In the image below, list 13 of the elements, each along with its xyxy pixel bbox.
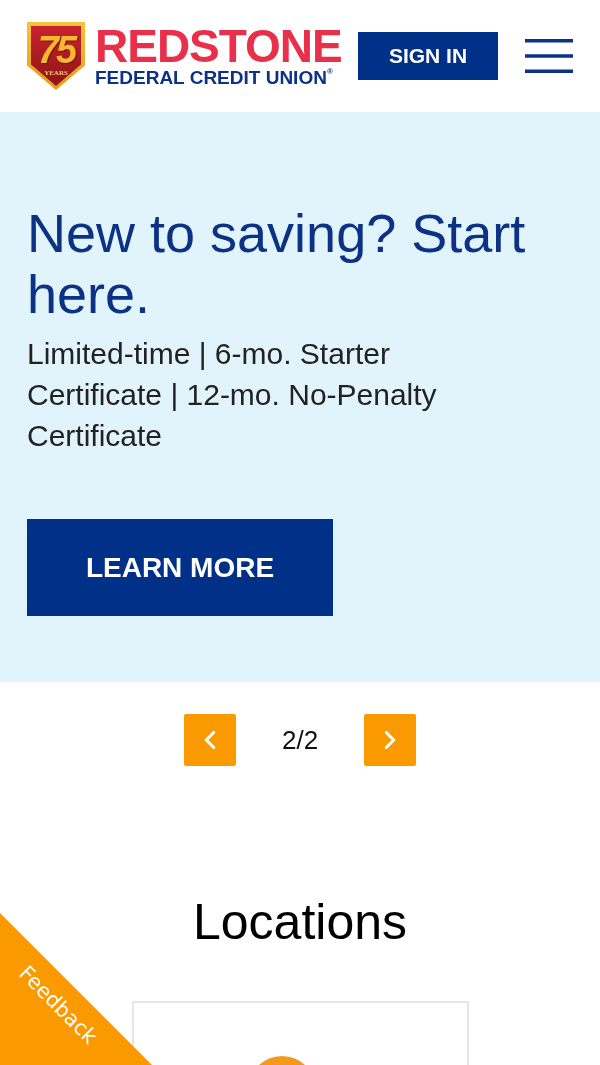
menu-icon [525,38,573,74]
brand-name: REDSTONE [95,24,342,68]
hero-text: Limited-time | 6-mo. Starter Certificate | 12-mo. No-Penalty Certificate [27,336,438,454]
badge-number: 75 [37,31,75,69]
learn-more-button[interactable]: LEARN MORE [27,519,333,616]
previous-button[interactable] [184,714,236,766]
sign-in-button[interactable]: SIGN IN [358,32,498,80]
brand-tagline: FEDERAL CREDIT UNION$^{®}$ [95,68,334,88]
hero-heading: New to saving? Start here. [27,203,527,325]
slide-counter: 2/2 [282,724,318,756]
next-button[interactable] [364,714,416,766]
menu-button[interactable] [525,38,573,74]
section-heading: Locations [191,893,408,952]
